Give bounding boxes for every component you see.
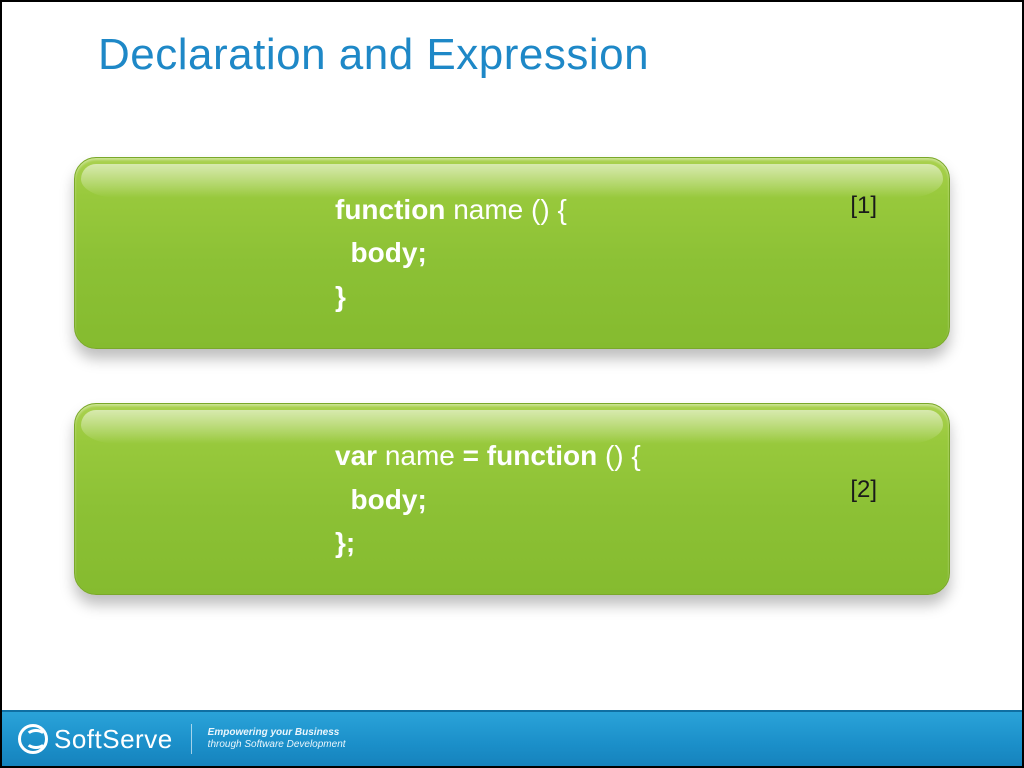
- tagline-line-1: Empowering your Business: [208, 727, 346, 740]
- code-text: name: [377, 440, 463, 471]
- code-blocks: [1] function name () { body; } [2] var n…: [74, 157, 950, 595]
- brand-left: Soft: [54, 724, 102, 754]
- code-line: body;: [335, 478, 859, 521]
- footer-tagline: Empowering your Business through Softwar…: [208, 727, 346, 752]
- logo-text: SoftServe: [54, 724, 173, 755]
- logo-icon: [18, 724, 48, 754]
- code-block-declaration: [1] function name () { body; }: [74, 157, 950, 349]
- block-badge: [1]: [850, 192, 877, 220]
- slide: Declaration and Expression [1] function …: [0, 0, 1024, 768]
- keyword: var: [335, 440, 377, 471]
- code-text: name () {: [445, 194, 566, 225]
- tagline-line-2: through Software Development: [208, 739, 346, 752]
- block-badge: [2]: [850, 476, 877, 504]
- slide-title: Declaration and Expression: [2, 2, 1022, 80]
- code-line: body;: [335, 231, 859, 274]
- code-line: }: [335, 275, 859, 318]
- code-line: var name = function () {: [335, 434, 859, 477]
- code-block-expression: [2] var name = function () { body; };: [74, 403, 950, 595]
- footer-divider: [191, 724, 192, 754]
- code-line: function name () {: [335, 188, 859, 231]
- code-text: () {: [597, 440, 641, 471]
- brand-right: Serve: [102, 724, 172, 754]
- code-line: };: [335, 521, 859, 564]
- keyword: function: [335, 194, 445, 225]
- footer-bar: SoftServe Empowering your Business throu…: [2, 710, 1022, 766]
- keyword: = function: [463, 440, 598, 471]
